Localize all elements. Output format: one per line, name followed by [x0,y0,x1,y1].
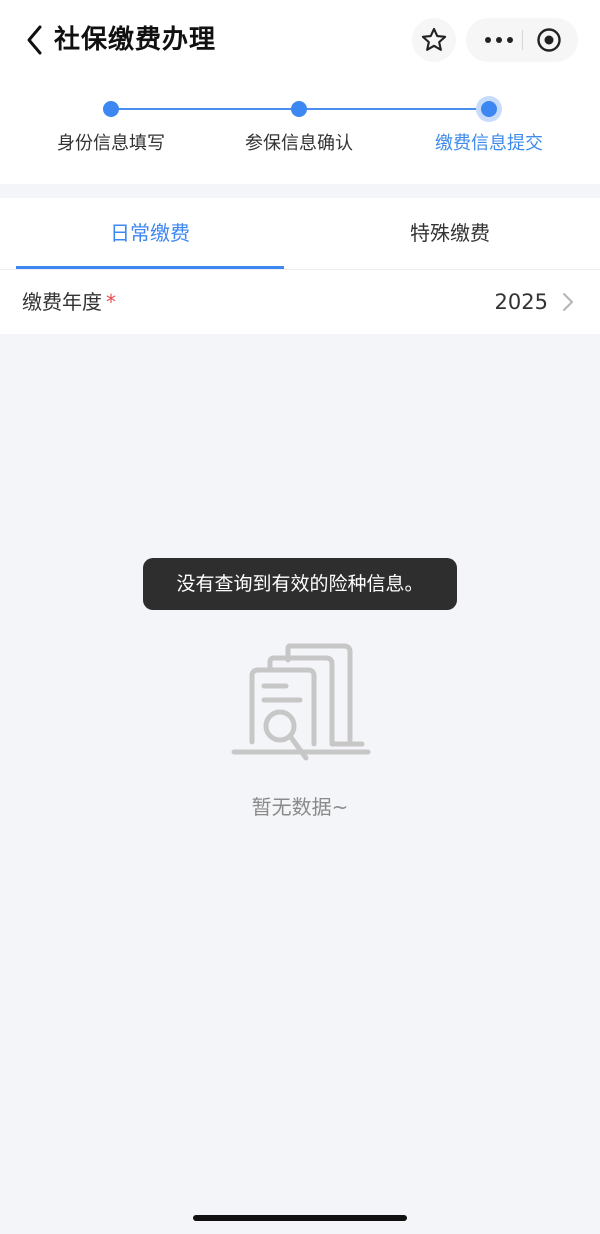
required-mark: * [106,290,116,314]
chevron-right-icon [563,293,573,311]
chevron-left-icon [27,25,42,55]
toast-message: 没有查询到有效的险种信息。 [143,558,457,610]
step-dot-3 [476,96,502,122]
step-dot-2 [291,101,307,117]
step-connector-1 [111,108,299,110]
favorite-button[interactable] [412,18,456,62]
home-indicator[interactable] [193,1215,407,1221]
payment-year-label: 缴费年度 * [22,286,116,318]
payment-year-row[interactable]: 缴费年度 * 2025 [0,270,600,334]
payment-year-value: 2025 [494,290,548,314]
tab-bar: 日常缴费 特殊缴费 [0,198,600,270]
tab-daily-payment[interactable]: 日常缴费 [16,198,284,268]
step-label-2: 参保信息确认 [245,133,353,154]
more-dots-icon [485,37,513,43]
target-circle-icon [537,28,561,52]
step-label-1: 身份信息填写 [57,133,165,154]
step-connector-2 [299,108,487,110]
page-title: 社保缴费办理 [54,25,217,55]
more-button[interactable] [476,18,522,62]
page: 社保缴费办理 身份信息填写 参保信息确认 缴费信息提交 日常缴费 特殊缴费 缴费… [0,0,600,1234]
step-dot-1 [103,101,119,117]
back-button[interactable] [20,22,52,58]
tab-special-payment[interactable]: 特殊缴费 [316,198,584,268]
star-icon [421,27,447,51]
header: 社保缴费办理 身份信息填写 参保信息确认 缴费信息提交 [0,0,600,184]
payment-year-label-text: 缴费年度 [22,290,102,314]
capsule-divider [522,30,523,50]
nav-bar: 社保缴费办理 [0,0,600,82]
step-label-3: 缴费信息提交 [435,133,543,154]
empty-state-text: 暂无数据~ [251,795,349,819]
empty-document-icon [231,643,371,761]
close-button[interactable] [526,18,572,62]
mini-program-capsule [466,18,578,62]
